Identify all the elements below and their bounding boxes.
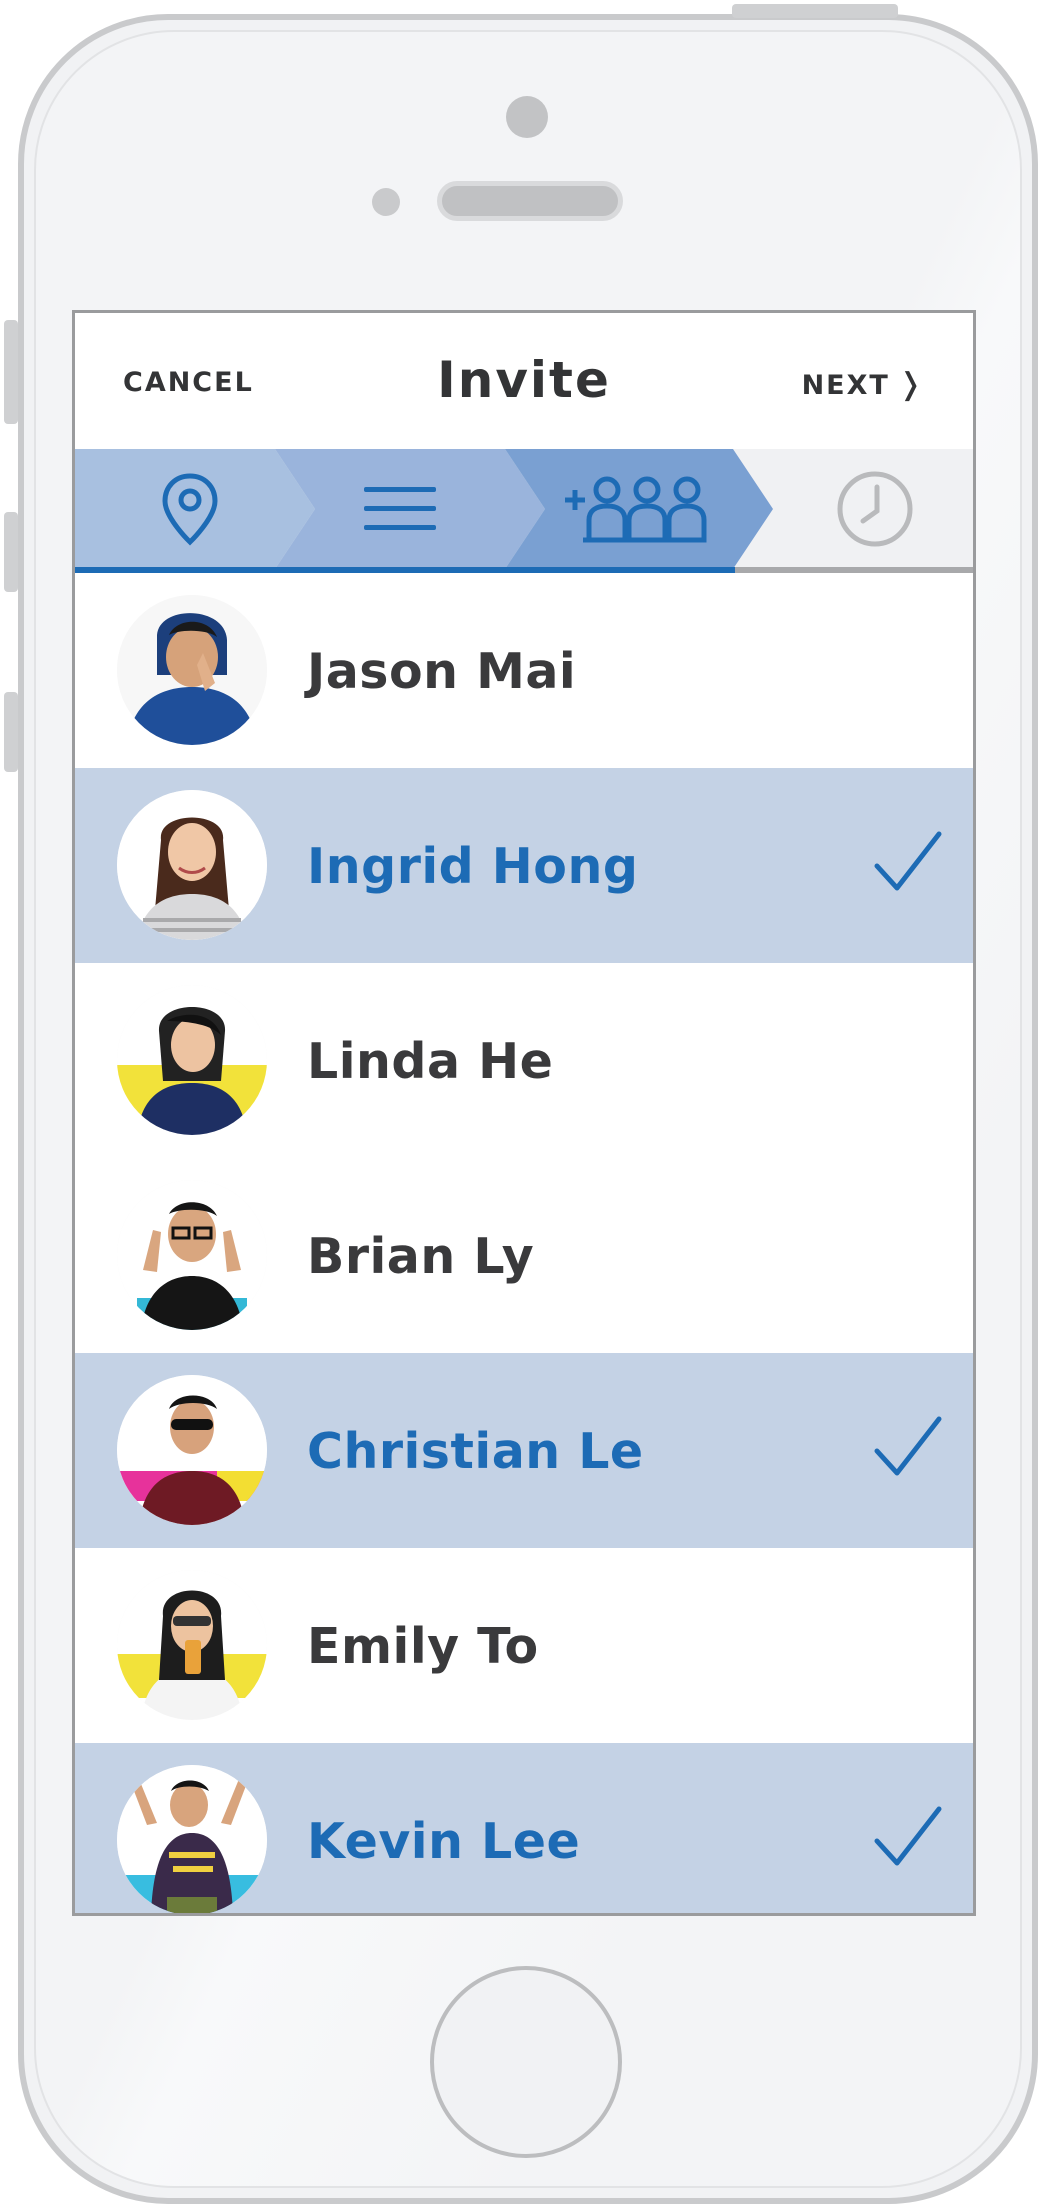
- checkmark-icon: [874, 1806, 942, 1866]
- avatar: [117, 790, 267, 940]
- next-button[interactable]: NEXT ❭: [802, 367, 925, 402]
- avatar: [117, 1570, 267, 1720]
- details-list-icon: [364, 487, 436, 530]
- avatar: [117, 1765, 267, 1913]
- contact-row[interactable]: Ingrid Hong: [75, 768, 973, 963]
- app-screen: CANCEL Invite NEXT ❭ Jason Mai Ingrid Ho…: [72, 310, 976, 1916]
- chevron-right-icon: ❭: [897, 367, 925, 402]
- clock-icon: [837, 471, 913, 547]
- avatar: [117, 985, 267, 1135]
- contact-row[interactable]: Emily To: [75, 1548, 973, 1743]
- contact-name: Jason Mai: [307, 643, 577, 700]
- front-camera: [506, 96, 548, 138]
- step-location[interactable]: [135, 449, 245, 569]
- step-invite[interactable]: [560, 449, 710, 569]
- contact-name: Kevin Lee: [307, 1813, 581, 1870]
- step-time[interactable]: [815, 449, 935, 569]
- contact-row[interactable]: Brian Ly: [75, 1158, 973, 1353]
- home-button[interactable]: [430, 1966, 622, 2158]
- avatar: [117, 1375, 267, 1525]
- contact-row[interactable]: Jason Mai: [75, 573, 973, 768]
- contact-row[interactable]: Kevin Lee: [75, 1743, 973, 1913]
- add-people-icon: [565, 476, 707, 543]
- contact-name: Ingrid Hong: [307, 838, 639, 895]
- avatar: [117, 595, 267, 745]
- contact-name: Brian Ly: [307, 1228, 535, 1285]
- next-label: NEXT: [801, 370, 890, 401]
- checkmark-icon: [874, 1416, 942, 1476]
- volume-up-button: [4, 512, 18, 592]
- power-button: [732, 4, 898, 18]
- checkmark-icon: [874, 831, 942, 891]
- step-details[interactable]: [335, 449, 465, 569]
- volume-down-button: [4, 692, 18, 772]
- contact-name: Linda He: [307, 1033, 554, 1090]
- mute-switch: [4, 320, 18, 424]
- contact-name: Christian Le: [307, 1423, 644, 1480]
- step-progress-bar: [75, 449, 973, 573]
- contact-row[interactable]: Linda He: [75, 963, 973, 1158]
- earpiece-speaker: [437, 181, 623, 221]
- avatar: [117, 1180, 267, 1330]
- location-pin-icon: [162, 473, 218, 546]
- proximity-sensor: [372, 188, 400, 216]
- contact-name: Emily To: [307, 1618, 539, 1675]
- contact-list: Jason Mai Ingrid Hong Linda He Brian Ly …: [75, 573, 973, 1913]
- navigation-bar: CANCEL Invite NEXT ❭: [75, 313, 973, 451]
- contact-row[interactable]: Christian Le: [75, 1353, 973, 1548]
